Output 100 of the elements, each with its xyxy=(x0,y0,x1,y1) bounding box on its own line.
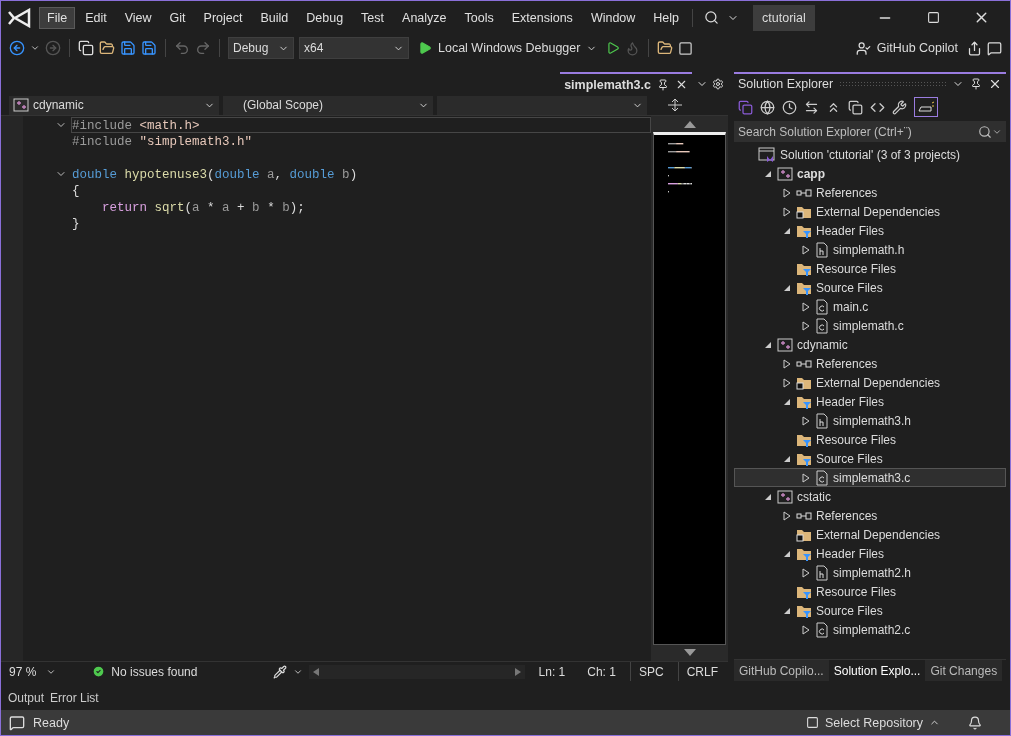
scroll-right-icon[interactable] xyxy=(514,667,521,676)
redo-icon[interactable] xyxy=(195,40,211,56)
issues-status[interactable]: No issues found xyxy=(111,664,198,679)
expanded-arrow-icon[interactable] xyxy=(782,283,791,292)
tree-item[interactable]: Header Files xyxy=(734,544,1006,563)
scroll-left-icon[interactable] xyxy=(313,667,320,676)
menu-item[interactable]: Tools xyxy=(456,6,502,29)
expanded-arrow-icon[interactable] xyxy=(782,549,791,558)
line-number[interactable]: Ln: 1 xyxy=(530,662,574,681)
menu-item[interactable]: Debug xyxy=(298,6,352,29)
menu-item[interactable]: Help xyxy=(645,6,688,29)
collapsed-arrow-icon[interactable] xyxy=(801,301,810,312)
tree-item[interactable]: External Dependencies xyxy=(734,525,1006,544)
tree-item[interactable]: External Dependencies xyxy=(734,373,1006,392)
tree-item[interactable]: simplemath3.c xyxy=(734,468,1006,487)
tree-item[interactable]: Resource Files xyxy=(734,582,1006,601)
tree-item[interactable]: capp xyxy=(734,164,1006,183)
settings-icon[interactable] xyxy=(712,77,724,90)
tree-item[interactable]: simplemath2.h xyxy=(734,563,1006,582)
menu-item[interactable]: Analyze xyxy=(394,6,455,29)
tree-item[interactable]: simplemath.c xyxy=(734,316,1006,335)
menu-item[interactable]: Project xyxy=(195,6,251,29)
document-tab[interactable]: simplemath3.c xyxy=(560,72,692,95)
tree-item[interactable]: main.c xyxy=(734,297,1006,316)
search-field[interactable]: Search Solution Explorer (Ctrl+¨) xyxy=(734,121,1006,142)
expanded-arrow-icon[interactable] xyxy=(782,606,791,615)
tool-window-tab[interactable]: Error List xyxy=(49,688,100,707)
project-dropdown[interactable]: cdynamic xyxy=(9,95,219,115)
globe-icon[interactable] xyxy=(760,99,775,115)
menu-item[interactable]: Edit xyxy=(77,6,115,29)
start-debugging-button[interactable]: Local Windows Debugger xyxy=(414,41,602,55)
share-icon[interactable] xyxy=(967,40,982,56)
tree-item[interactable]: cdynamic xyxy=(734,335,1006,354)
tree-item[interactable]: Resource Files xyxy=(734,430,1006,449)
sync-icon[interactable] xyxy=(804,99,819,115)
collapsed-arrow-icon[interactable] xyxy=(801,472,810,483)
collapsed-arrow-icon[interactable] xyxy=(782,358,791,369)
line-ending[interactable]: CRLF xyxy=(677,662,726,681)
menu-item[interactable]: Extensions xyxy=(503,6,581,29)
tree-item[interactable]: References xyxy=(734,506,1006,525)
start-without-debugging-icon[interactable] xyxy=(606,41,621,55)
collapsed-arrow-icon[interactable] xyxy=(801,415,810,426)
platform-dropdown[interactable]: x64 xyxy=(299,37,409,59)
tree-item[interactable]: Header Files xyxy=(734,392,1006,411)
pending-changes-icon[interactable] xyxy=(782,99,797,115)
collapsed-arrow-icon[interactable] xyxy=(782,510,791,521)
menu-item[interactable]: Git xyxy=(161,6,194,29)
close-icon[interactable] xyxy=(675,78,688,91)
expanded-arrow-icon[interactable] xyxy=(763,169,772,178)
expanded-arrow-icon[interactable] xyxy=(763,492,772,501)
expanded-arrow-icon[interactable] xyxy=(782,226,791,235)
tree-item[interactable]: References xyxy=(734,183,1006,202)
tool-window-tab[interactable]: Output xyxy=(7,688,46,707)
tree-item[interactable]: Source Files xyxy=(734,601,1006,620)
tree-item[interactable]: cstatic xyxy=(734,487,1006,506)
scroll-up-icon[interactable] xyxy=(683,120,696,128)
whitespace-mode[interactable]: SPC xyxy=(629,662,672,681)
zoom-dropdown[interactable]: 97 % xyxy=(9,662,57,681)
collapsed-arrow-icon[interactable] xyxy=(801,624,810,635)
save-icon[interactable] xyxy=(120,40,136,56)
open-folder-icon[interactable] xyxy=(99,40,115,56)
preview-toggle[interactable] xyxy=(914,97,938,117)
tree-item[interactable]: Source Files xyxy=(734,278,1006,297)
tree-item[interactable]: Resource Files xyxy=(734,259,1006,278)
undo-icon[interactable] xyxy=(174,40,190,56)
collapsed-arrow-icon[interactable] xyxy=(801,567,810,578)
expanded-arrow-icon[interactable] xyxy=(782,454,791,463)
menu-item[interactable]: Test xyxy=(353,6,393,29)
tree-item[interactable]: External Dependencies xyxy=(734,202,1006,221)
switch-views-icon[interactable] xyxy=(738,99,753,115)
save-all-icon[interactable] xyxy=(141,40,157,56)
panel-tab[interactable]: Git Changes xyxy=(925,660,1003,681)
column-number[interactable]: Ch: 1 xyxy=(579,662,624,681)
menu-item[interactable]: File xyxy=(39,6,76,29)
expanded-arrow-icon[interactable] xyxy=(782,397,791,406)
tree-item[interactable]: References xyxy=(734,354,1006,373)
pin-icon[interactable] xyxy=(970,77,982,90)
cleanup-icon[interactable] xyxy=(273,664,288,679)
tree-item[interactable]: Solution 'ctutorial' (3 of 3 projects) xyxy=(734,145,1006,164)
collapsed-arrow-icon[interactable] xyxy=(801,320,810,331)
tree-item[interactable]: Source Files xyxy=(734,449,1006,468)
panel-tab[interactable]: GitHub Copilo... xyxy=(734,660,829,681)
configuration-dropdown[interactable]: Debug xyxy=(228,37,294,59)
split-icon[interactable] xyxy=(665,98,685,112)
expanded-arrow-icon[interactable] xyxy=(763,340,772,349)
copilot-button[interactable]: GitHub Copilot xyxy=(851,40,962,56)
properties-icon[interactable] xyxy=(892,99,907,115)
pin-icon[interactable] xyxy=(657,78,669,91)
collapsed-arrow-icon[interactable] xyxy=(782,187,791,198)
tree-item[interactable]: simplemath2.c xyxy=(734,620,1006,639)
back-icon[interactable] xyxy=(9,40,25,56)
collapsed-arrow-icon[interactable] xyxy=(782,377,791,388)
tree-item[interactable]: simplemath3.h xyxy=(734,411,1006,430)
feedback-icon[interactable] xyxy=(987,40,1002,56)
search-icon[interactable] xyxy=(704,10,720,25)
notifications-icon[interactable] xyxy=(9,714,25,731)
select-repository-button[interactable]: Select Repository xyxy=(802,715,944,730)
tree-item[interactable]: Header Files xyxy=(734,221,1006,240)
scope-dropdown[interactable]: (Global Scope) xyxy=(223,95,433,115)
collapsed-arrow-icon[interactable] xyxy=(782,206,791,217)
